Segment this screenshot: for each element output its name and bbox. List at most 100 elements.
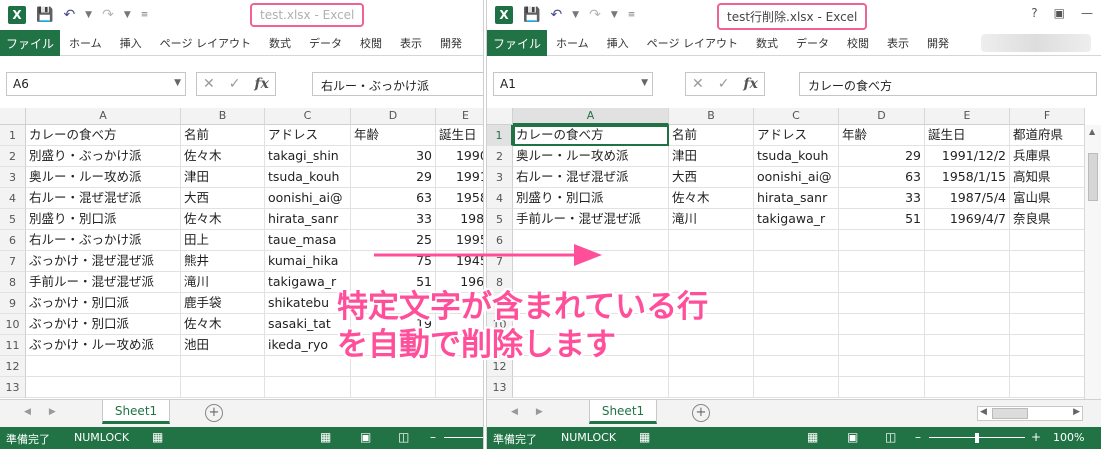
cell[interactable]: 1990/ — [436, 146, 483, 167]
row-header[interactable]: 2 — [0, 146, 26, 167]
cell[interactable]: 田上 — [181, 230, 265, 251]
cell[interactable]: tsuda_kouh — [265, 167, 351, 188]
row-header[interactable]: 4 — [487, 188, 513, 209]
cell[interactable] — [1010, 356, 1085, 377]
file-tab[interactable]: ファイル — [0, 30, 60, 56]
redo-dropdown-icon[interactable]: ▼ — [611, 6, 618, 24]
tab-formulas[interactable]: 数式 — [747, 35, 787, 51]
page-break-view-icon[interactable]: ◫ — [885, 430, 896, 444]
cell[interactable]: 29 — [839, 146, 925, 167]
row-header[interactable]: 13 — [487, 377, 513, 398]
cell[interactable]: takagi_shin — [265, 146, 351, 167]
cell[interactable] — [754, 314, 839, 335]
cell[interactable] — [839, 356, 925, 377]
column-header[interactable]: F — [1010, 108, 1085, 125]
row-header[interactable]: 11 — [0, 335, 26, 356]
column-header[interactable]: E — [925, 108, 1010, 125]
cell[interactable]: 名前 — [181, 125, 265, 146]
cell[interactable] — [181, 356, 265, 377]
cell[interactable]: 年齢 — [839, 125, 925, 146]
add-sheet-icon[interactable]: + — [692, 404, 710, 422]
cell[interactable]: 33 — [839, 188, 925, 209]
cell[interactable] — [1010, 335, 1085, 356]
page-break-view-icon[interactable]: ◫ — [398, 430, 409, 444]
cell[interactable]: 1958/ — [436, 188, 483, 209]
cell[interactable]: 池田 — [181, 335, 265, 356]
cell[interactable] — [754, 356, 839, 377]
select-all-corner[interactable] — [487, 108, 513, 125]
add-sheet-icon[interactable]: + — [205, 404, 223, 422]
undo-icon[interactable]: ↶ — [550, 6, 562, 24]
row-header[interactable]: 1 — [0, 125, 26, 146]
cell[interactable]: 奥ルー・ルー攻め派 — [513, 146, 669, 167]
cell[interactable] — [436, 377, 483, 398]
cell[interactable]: 兵庫県 — [1010, 146, 1085, 167]
next-sheet-icon[interactable]: ▶ — [536, 407, 543, 417]
column-header[interactable]: B — [669, 108, 754, 125]
name-box[interactable]: A6 ▼ — [6, 72, 186, 96]
cell[interactable]: 誕生日 — [925, 125, 1010, 146]
cell[interactable]: 佐々木 — [181, 209, 265, 230]
cell[interactable] — [26, 356, 181, 377]
cell[interactable] — [839, 335, 925, 356]
tab-review[interactable]: 校閲 — [351, 35, 391, 51]
cell[interactable] — [669, 230, 754, 251]
row-header[interactable]: 4 — [0, 188, 26, 209]
undo-icon[interactable]: ↶ — [63, 6, 75, 24]
macro-record-icon[interactable]: ▦ — [152, 430, 163, 444]
scroll-left-icon[interactable]: ◀ — [980, 407, 987, 417]
cell[interactable]: 1987 — [436, 209, 483, 230]
zoom-slider[interactable] — [444, 437, 483, 438]
redo-icon[interactable]: ↷ — [589, 6, 601, 24]
cell[interactable]: 奥ルー・ルー攻め派 — [26, 167, 181, 188]
prev-sheet-icon[interactable]: ◀ — [24, 407, 31, 417]
cell[interactable]: ぶっかけ・混ぜ混ぜ派 — [26, 251, 181, 272]
cell[interactable] — [513, 377, 669, 398]
name-box[interactable]: A1 ▼ — [493, 72, 653, 96]
cell[interactable] — [839, 251, 925, 272]
cell[interactable]: 別盛り・別口派 — [26, 209, 181, 230]
row-header[interactable]: 7 — [0, 251, 26, 272]
cell[interactable]: 63 — [351, 188, 436, 209]
sheet-tab-sheet1[interactable]: Sheet1 — [102, 400, 170, 424]
cell[interactable] — [1010, 293, 1085, 314]
cell[interactable]: 大西 — [669, 167, 754, 188]
tab-formulas[interactable]: 数式 — [260, 35, 300, 51]
cell[interactable]: 手前ルー・混ぜ混ぜ派 — [513, 209, 669, 230]
cell[interactable]: 63 — [839, 167, 925, 188]
zoom-in-icon[interactable]: + — [1031, 430, 1041, 444]
row-header[interactable]: 6 — [0, 230, 26, 251]
cell[interactable]: 1969/4/7 — [925, 209, 1010, 230]
tab-page-layout[interactable]: ページ レイアウト — [151, 35, 260, 51]
cell[interactable]: taue_masa — [265, 230, 351, 251]
cell[interactable]: 75 — [351, 251, 436, 272]
cell[interactable]: 1991/ — [436, 167, 483, 188]
tab-home[interactable]: ホーム — [60, 35, 111, 51]
cell[interactable]: 都道府県 — [1010, 125, 1085, 146]
formula-input[interactable]: カレーの食べ方 — [799, 72, 1097, 96]
cell[interactable] — [1010, 251, 1085, 272]
row-header[interactable]: 12 — [0, 356, 26, 377]
column-header[interactable]: A — [513, 108, 669, 125]
tab-insert[interactable]: 挿入 — [598, 35, 638, 51]
cell[interactable]: 1945/ — [436, 251, 483, 272]
insert-function-icon[interactable]: fx — [743, 76, 757, 92]
cell[interactable] — [839, 293, 925, 314]
cell[interactable]: hirata_sanr — [265, 209, 351, 230]
cell[interactable]: アドレス — [754, 125, 839, 146]
file-tab[interactable]: ファイル — [487, 30, 547, 56]
cell[interactable] — [26, 377, 181, 398]
row-header[interactable]: 2 — [487, 146, 513, 167]
cell[interactable]: 1991/12/2 — [925, 146, 1010, 167]
cell[interactable] — [669, 251, 754, 272]
save-icon[interactable]: 💾 — [523, 6, 540, 24]
cell[interactable]: アドレス — [265, 125, 351, 146]
chevron-down-icon[interactable]: ▼ — [641, 78, 648, 88]
cell[interactable]: 右ルー・混ぜ混ぜ派 — [26, 188, 181, 209]
tab-page-layout[interactable]: ページ レイアウト — [638, 35, 747, 51]
cell[interactable] — [1010, 230, 1085, 251]
cell[interactable]: 1995/ — [436, 230, 483, 251]
cell[interactable] — [1010, 314, 1085, 335]
scroll-up-icon[interactable]: ▲ — [1089, 127, 1095, 136]
row-header[interactable]: 5 — [0, 209, 26, 230]
